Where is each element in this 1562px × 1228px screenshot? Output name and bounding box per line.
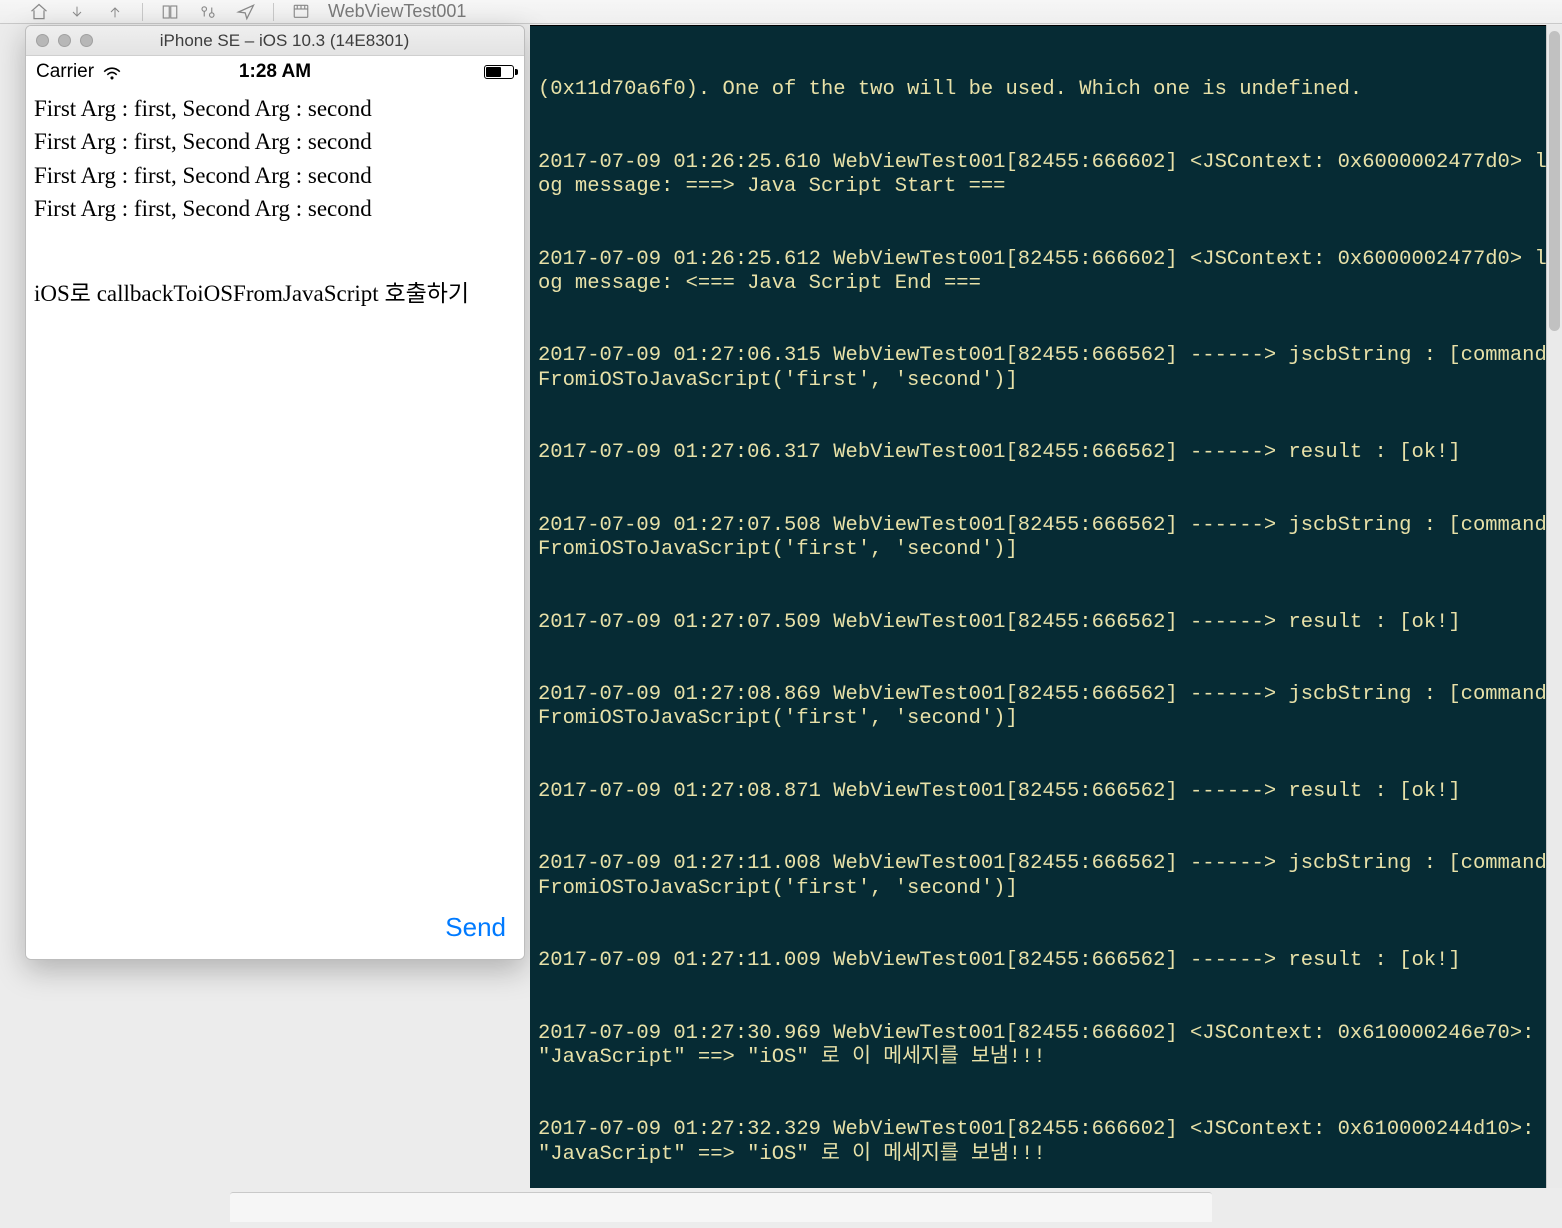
webview-content: First Arg : first, Second Arg : second F… [26,88,524,903]
webview-text-line: First Arg : first, Second Arg : second [34,92,516,125]
toolbar-separator [273,3,274,21]
home-icon[interactable] [28,1,50,23]
console-line: 2017-07-09 01:27:08.871 WebViewTest001[8… [538,780,1549,804]
simulator-window: iPhone SE – iOS 10.3 (14E8301) Carrier 1… [25,25,525,960]
ios-status-bar: Carrier 1:28 AM [26,56,524,88]
project-name[interactable]: WebViewTest001 [328,1,466,22]
simulator-titlebar[interactable]: iPhone SE – iOS 10.3 (14E8301) [26,26,524,56]
console-line: 2017-07-09 01:26:25.610 WebViewTest001[8… [538,151,1549,199]
console-line: 2017-07-09 01:27:07.508 WebViewTest001[8… [538,514,1549,562]
console-line: 2017-07-09 01:27:06.317 WebViewTest001[8… [538,441,1549,465]
arrow-down-icon[interactable] [66,1,88,23]
battery-icon [484,65,514,79]
scrollbar-track[interactable] [1546,25,1562,1188]
bottom-panel [230,1192,1212,1222]
arrow-up-icon[interactable] [104,1,126,23]
webview-text-line: First Arg : first, Second Arg : second [34,192,516,225]
console-line: 2017-07-09 01:27:11.009 WebViewTest001[8… [538,949,1549,973]
console-line: 2017-07-09 01:27:08.869 WebViewTest001[8… [538,683,1549,731]
close-window-icon[interactable] [36,34,49,47]
location-icon[interactable] [235,1,257,23]
wifi-icon [102,65,122,79]
console-line: 2017-07-09 01:27:07.509 WebViewTest001[8… [538,611,1549,635]
send-button[interactable]: Send [445,912,506,943]
webview-text-line: First Arg : first, Second Arg : second [34,159,516,192]
console-line: 2017-07-09 01:27:11.008 WebViewTest001[8… [538,852,1549,900]
status-time: 1:28 AM [239,61,311,83]
console-line: 2017-07-09 01:26:25.612 WebViewTest001[8… [538,248,1549,296]
scrollbar-thumb[interactable] [1549,31,1560,331]
toolbar-separator [142,3,143,21]
xcode-toolbar: WebViewTest001 [0,0,1562,24]
webview-js-button[interactable]: iOS로 callbackToiOSFromJavaScript 호출하기 [34,277,516,310]
console-line: 2017-07-09 01:27:32.329 WebViewTest001[8… [538,1118,1549,1166]
version-editor-icon[interactable] [197,1,219,23]
project-icon [290,1,312,23]
console-line: (0x11d70a6f0). One of the two will be us… [538,78,1549,102]
bottom-toolbar: Send [26,903,524,959]
debug-console[interactable]: (0x11d70a6f0). One of the two will be us… [530,25,1557,1188]
console-line: 2017-07-09 01:27:06.315 WebViewTest001[8… [538,344,1549,392]
simulator-screen: Carrier 1:28 AM First Arg : first, Secon… [26,56,524,959]
simulator-title: iPhone SE – iOS 10.3 (14E8301) [55,31,514,51]
console-line: 2017-07-09 01:27:30.969 WebViewTest001[8… [538,1022,1549,1070]
panels-icon[interactable] [159,1,181,23]
carrier-label: Carrier [36,61,94,83]
webview-text-line: First Arg : first, Second Arg : second [34,125,516,158]
